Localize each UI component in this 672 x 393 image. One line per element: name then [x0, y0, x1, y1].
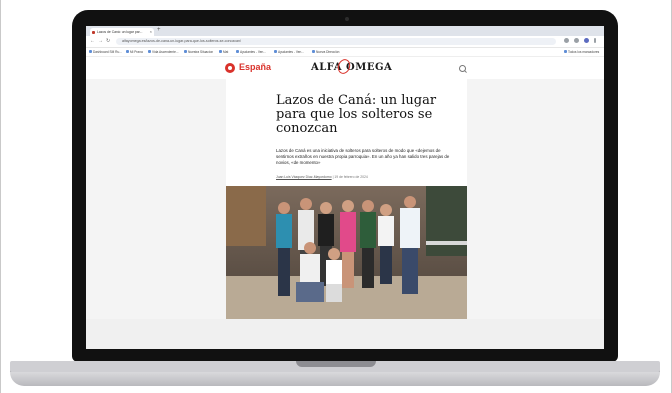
frame-left-border [0, 0, 1, 393]
url-text: alfayomega.es/lazos-de-cana-un-lugar-par… [122, 39, 242, 43]
author-link[interactable]: Juan Luis Vázquez Díaz-Mayordomo [276, 175, 332, 179]
camera-icon [345, 17, 349, 21]
extension-icon[interactable] [564, 38, 569, 43]
bookmark-item[interactable]: Mi Prana [126, 50, 143, 55]
tab-bar: Lazos de Caná: un lugar par... × + [86, 26, 604, 36]
menu-icon[interactable] [594, 38, 596, 43]
back-icon[interactable]: ← [90, 38, 95, 44]
bookmark-item[interactable]: Vida Ascendente... [148, 50, 179, 55]
search-icon[interactable] [459, 65, 466, 72]
bookmark-item[interactable]: Ayudantes - Ven... [236, 50, 266, 55]
article-photo [226, 186, 467, 326]
article-subtitle: Lazos de Caná es una iniciativa de solte… [276, 148, 450, 165]
bookmark-item[interactable]: Ayudantes - Ven... [274, 50, 304, 55]
browser-toolbar: ← → ↻ alfayomega.es/lazos-de-cana-un-lug… [86, 36, 604, 48]
article-card: Lazos de Caná: un lugar para que los sol… [226, 79, 467, 349]
download-icon[interactable] [574, 38, 579, 43]
new-tab-icon[interactable]: + [157, 27, 161, 33]
site-header: España ALFA OMEGA [86, 57, 604, 79]
section-logo-icon[interactable] [225, 63, 235, 73]
group-photo-image [226, 186, 467, 326]
all-bookmarks[interactable]: Todos los marcadores [564, 50, 599, 55]
bookmark-item[interactable]: Mat [219, 50, 228, 55]
brand-logo[interactable]: ALFA OMEGA [311, 62, 392, 73]
laptop-notch [296, 361, 376, 367]
bookmark-item[interactable]: Nuestra Situacion [184, 50, 213, 55]
bookmark-item[interactable]: Dashboard SM Ru... [89, 50, 122, 55]
reload-icon[interactable]: ↻ [106, 38, 110, 44]
web-page: España ALFA OMEGA Lazos de Caná: un luga… [86, 57, 604, 349]
article-date: 19 de febrero de 2024 [334, 175, 368, 179]
profile-avatar[interactable] [584, 38, 589, 43]
bookmark-item[interactable]: Nueva Dirección [312, 50, 339, 55]
forward-icon[interactable]: → [98, 38, 103, 44]
section-link[interactable]: España [239, 62, 271, 72]
laptop-base [10, 372, 660, 386]
favicon-icon [92, 30, 95, 34]
laptop-screen: Lazos de Caná: un lugar par... × + ← → ↻… [86, 26, 604, 349]
article-byline: Juan Luis Vázquez Díaz-Mayordomo | 19 de… [276, 175, 456, 179]
address-bar[interactable]: alfayomega.es/lazos-de-cana-un-lugar-par… [116, 38, 556, 45]
bookmarks-bar: Dashboard SM Ru... Mi Prana Vida Ascende… [86, 48, 604, 57]
page-bottom-band [86, 319, 604, 349]
article-headline: Lazos de Caná: un lugar para que los sol… [276, 93, 437, 136]
close-icon[interactable]: × [150, 28, 152, 36]
browser-tab[interactable]: Lazos de Caná: un lugar par... × [90, 28, 154, 36]
tab-title: Lazos de Caná: un lugar par... [97, 30, 143, 34]
